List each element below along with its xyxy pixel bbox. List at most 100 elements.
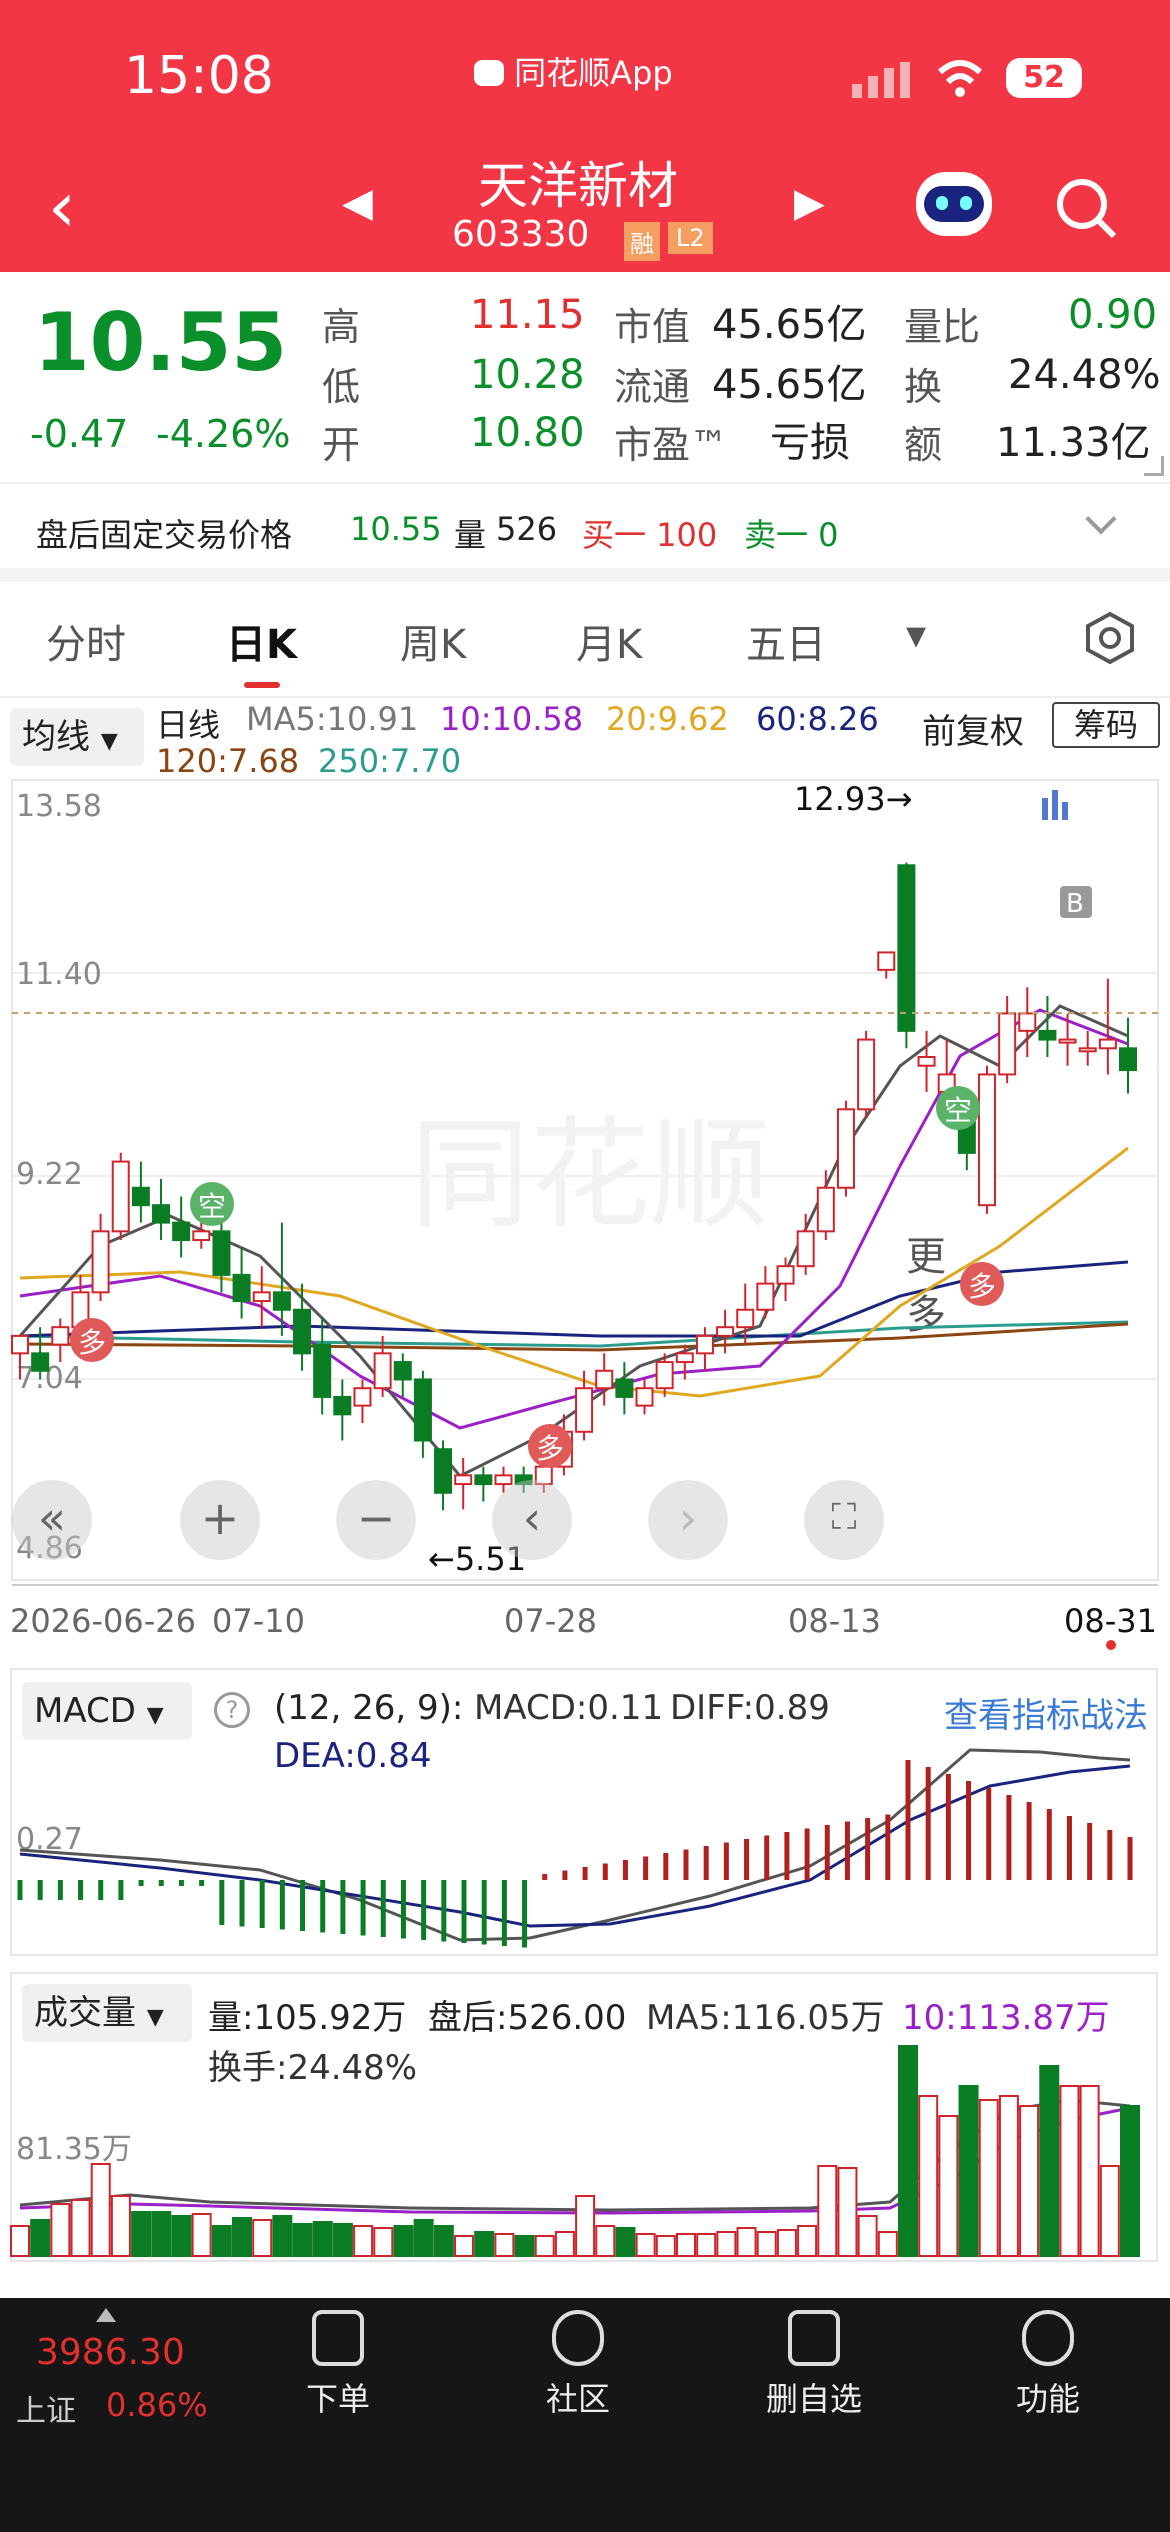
- volume-bar: [857, 2215, 878, 2257]
- value-volume-ratio: 0.90: [1068, 292, 1158, 338]
- remove-icon: [788, 2310, 840, 2366]
- back-icon[interactable]: ‹: [48, 172, 76, 242]
- zoom-out-icon[interactable]: −: [336, 1480, 416, 1560]
- value-amount: 11.33亿: [996, 420, 1151, 466]
- volume-bar: [1079, 2085, 1100, 2257]
- nav-community[interactable]: 社区: [498, 2310, 658, 2420]
- tab-weekly-k[interactable]: 周K: [400, 612, 466, 670]
- volume-bar: [978, 2099, 999, 2257]
- volume-bar: [534, 2235, 555, 2257]
- label-amount: 额: [904, 423, 943, 467]
- community-star-icon: [552, 2310, 604, 2366]
- divider: [0, 696, 1170, 698]
- volume-bar: [474, 2231, 495, 2257]
- chevron-down-icon[interactable]: [1085, 503, 1117, 535]
- margin-badge: 融: [624, 222, 660, 261]
- volume-bar: [70, 2199, 91, 2257]
- volume-bar: [716, 2231, 737, 2257]
- volume-bar: [353, 2225, 374, 2257]
- candle: [977, 1073, 996, 1207]
- search-icon[interactable]: [1054, 176, 1118, 244]
- kline-chart[interactable]: 同花顺 13.58 11.40 9.22 7.04 4.86 12.93→ ←5…: [0, 776, 1170, 1596]
- candle: [434, 1448, 453, 1494]
- pan-right-icon[interactable]: ›: [648, 1480, 728, 1560]
- zoom-in-icon[interactable]: +: [180, 1480, 260, 1560]
- ma10-value: 10:10.58: [440, 700, 584, 738]
- volume-bar: [373, 2227, 394, 2257]
- macd-params: (12, 26, 9):: [274, 1688, 464, 1728]
- label-market-cap: 市值: [614, 305, 691, 349]
- index-value[interactable]: 3986.30: [36, 2332, 185, 2373]
- label-low: 低: [322, 365, 361, 409]
- volume-bar: [10, 2225, 30, 2257]
- tab-daily-k[interactable]: 日K: [226, 612, 297, 670]
- help-icon[interactable]: ?: [214, 1692, 250, 1728]
- chip-button[interactable]: 筹码: [1052, 702, 1160, 748]
- zoom-out-all-icon[interactable]: «: [12, 1480, 92, 1560]
- candle: [252, 1291, 271, 1303]
- candle: [836, 1108, 855, 1189]
- prev-stock-icon[interactable]: ◀: [342, 180, 373, 226]
- volume-bar: [655, 2235, 676, 2257]
- y-label: 7.04: [16, 1361, 83, 1396]
- svg-text:B: B: [1066, 889, 1084, 919]
- nav-functions[interactable]: 功能: [968, 2310, 1128, 2420]
- volume-bar: [110, 2195, 131, 2257]
- after-hours-bid: 买一 100: [582, 516, 718, 554]
- app-logo-icon: [474, 60, 504, 86]
- pan-left-icon[interactable]: ‹: [492, 1480, 572, 1560]
- up-arrow-icon: [96, 2308, 116, 2322]
- tab-five-day[interactable]: 五日: [746, 612, 826, 670]
- tab-monthly-k[interactable]: 月K: [576, 612, 642, 670]
- candle: [897, 864, 916, 1032]
- candle: [575, 1387, 594, 1433]
- x-label: 08-31: [1064, 1602, 1157, 1640]
- volume-bar: [575, 2195, 596, 2257]
- volume-bar: [151, 2211, 172, 2257]
- macd-value: MACD:0.11: [474, 1688, 664, 1728]
- tab-more[interactable]: 更多 ▾: [906, 612, 946, 1338]
- after-hours-ask: 卖一 0: [744, 516, 839, 554]
- volume-bar: [232, 2217, 252, 2257]
- volume-bar: [292, 2223, 313, 2257]
- volume-bar: [1099, 2165, 1120, 2257]
- fullscreen-icon[interactable]: ⛶: [804, 1480, 884, 1560]
- robot-assistant-icon[interactable]: [916, 172, 992, 236]
- candle: [353, 1387, 372, 1407]
- chart-type-icon[interactable]: [1042, 790, 1068, 820]
- x-label: 2026-06-26: [10, 1602, 196, 1640]
- volume-bar: [312, 2221, 333, 2257]
- nav-order[interactable]: 下单: [258, 2310, 418, 2420]
- candle: [595, 1369, 614, 1390]
- candle: [373, 1352, 392, 1390]
- expand-corner-icon[interactable]: [1144, 456, 1164, 476]
- volume-bar: [797, 2225, 818, 2257]
- volume-chart: [10, 2045, 1140, 2257]
- adjust-mode[interactable]: 前复权: [922, 704, 1024, 753]
- volume-bar: [918, 2095, 939, 2257]
- volume-bar: [877, 2231, 898, 2257]
- y-label: 13.58: [16, 789, 102, 824]
- ma250-value: 250:7.70: [318, 742, 462, 780]
- macd-chart: [17, 1748, 1133, 1948]
- after-hours-price: 10.55: [350, 510, 442, 548]
- volume-bar: [272, 2215, 293, 2257]
- volume-bar: [393, 2225, 414, 2257]
- app-header: 15:08 同花顺App 52 ‹ ◀ 天洋新材 603330 融 L2 ▶: [0, 0, 1170, 272]
- volume-bar: [30, 2219, 51, 2257]
- volume-bar: [50, 2203, 71, 2257]
- volume-bar: [595, 2225, 616, 2257]
- tab-intraday[interactable]: 分时: [46, 612, 126, 670]
- candle: [1098, 1038, 1117, 1050]
- stock-name: 天洋新材: [478, 157, 678, 215]
- candle: [816, 1186, 835, 1233]
- candle: [716, 1326, 735, 1337]
- volume-bar: [898, 2045, 918, 2257]
- indicator-selector[interactable]: 均线 ▼: [10, 708, 144, 766]
- nav-remove-watchlist[interactable]: 删自选: [734, 2310, 894, 2420]
- candle: [31, 1352, 50, 1372]
- settings-gear-icon[interactable]: [1082, 610, 1138, 670]
- ma20-value: 20:9.62: [606, 700, 729, 738]
- next-stock-icon[interactable]: ▶: [794, 180, 825, 226]
- value-open: 10.80: [470, 410, 585, 456]
